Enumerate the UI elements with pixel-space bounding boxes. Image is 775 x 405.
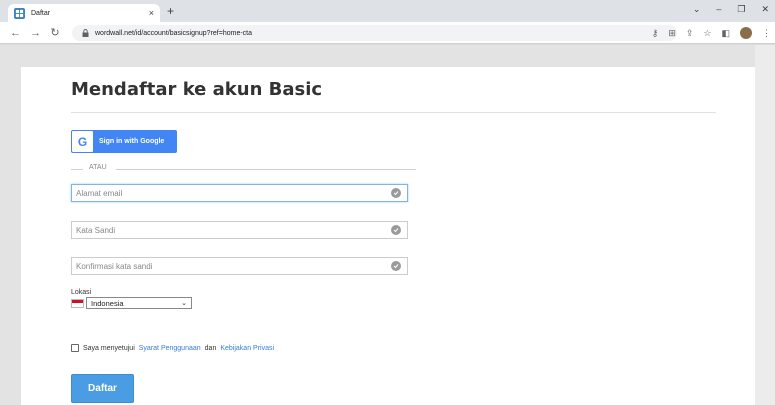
window-controls: ⌄ – ❐ ✕ [693,4,769,15]
google-signin-button[interactable]: G Sign in with Google [71,130,177,153]
flag-indonesia-icon [71,298,84,308]
google-signin-label: Sign in with Google [99,138,165,145]
share-icon[interactable]: ⇪ [686,28,694,39]
password-input[interactable] [76,225,391,235]
lock-icon [82,29,89,37]
country-selected-value: Indonesia [91,298,124,308]
location-label: Lokasi [71,289,92,296]
or-line-left [71,169,83,170]
close-window-icon[interactable]: ✕ [761,4,769,15]
toolbar-icons: ⚷ ⊞ ⇪ ☆ ◧ ⋮ [652,27,771,39]
sidebar-icon[interactable]: ◧ [721,28,730,39]
chevron-down-icon[interactable]: ⌄ [693,4,701,15]
browser-tab-bar: Daftar × + ⌄ – ❐ ✕ [0,0,775,22]
forward-icon[interactable]: → [30,27,41,39]
or-divider: ATAU [71,164,416,174]
tab-daftar[interactable]: Daftar × [8,4,160,22]
page-right-margin [755,45,775,405]
plus-icon[interactable]: + [167,5,174,17]
minimize-icon[interactable]: – [716,4,721,15]
signup-card: Mendaftar ke akun Basic G Sign in with G… [21,67,755,405]
page-title: Mendaftar ke akun Basic [71,79,323,100]
terms-row: Saya menyetujui Syarat Penggunaan dan Ke… [71,344,274,352]
email-field[interactable] [71,184,408,202]
wordwall-favicon-icon [14,7,25,19]
tab-title: Daftar [31,9,51,17]
check-circle-icon [391,225,401,235]
confirm-password-input[interactable] [76,261,391,271]
terms-of-use-link[interactable]: Syarat Penggunaan [139,345,201,352]
google-icon: G [72,131,93,152]
chevron-down-icon: ⌄ [181,300,187,307]
terms-prefix: Saya menyetujui [83,344,135,352]
browser-toolbar: ← → ↻ wordwall.net/id/account/basicsignu… [0,22,775,44]
or-line-right [116,169,416,170]
menu-icon[interactable]: ⋮ [762,28,771,39]
reload-icon[interactable]: ↻ [50,26,60,39]
check-circle-icon [391,261,401,271]
check-circle-icon [391,188,401,198]
submit-button[interactable]: Daftar [71,374,134,403]
confirm-password-field[interactable] [71,257,408,275]
address-bar[interactable]: wordwall.net/id/account/basicsignup?ref=… [72,25,677,41]
avatar-icon[interactable] [740,27,752,39]
key-icon[interactable]: ⚷ [652,28,659,39]
translate-icon[interactable]: ⊞ [668,28,676,39]
location-row: Indonesia ⌄ [71,297,192,309]
password-field[interactable] [71,221,408,239]
close-icon[interactable]: × [149,8,154,18]
url-text: wordwall.net/id/account/basicsignup?ref=… [95,29,253,37]
star-icon[interactable]: ☆ [703,28,711,39]
country-select[interactable]: Indonesia ⌄ [86,297,192,309]
restore-icon[interactable]: ❐ [737,4,745,15]
terms-and: dan [204,344,217,352]
terms-checkbox[interactable] [71,344,79,352]
back-icon[interactable]: ← [10,27,21,39]
email-input[interactable] [76,188,391,198]
privacy-policy-link[interactable]: Kebijakan Privasi [220,345,274,352]
title-divider [71,112,716,113]
or-text: ATAU [89,164,107,171]
